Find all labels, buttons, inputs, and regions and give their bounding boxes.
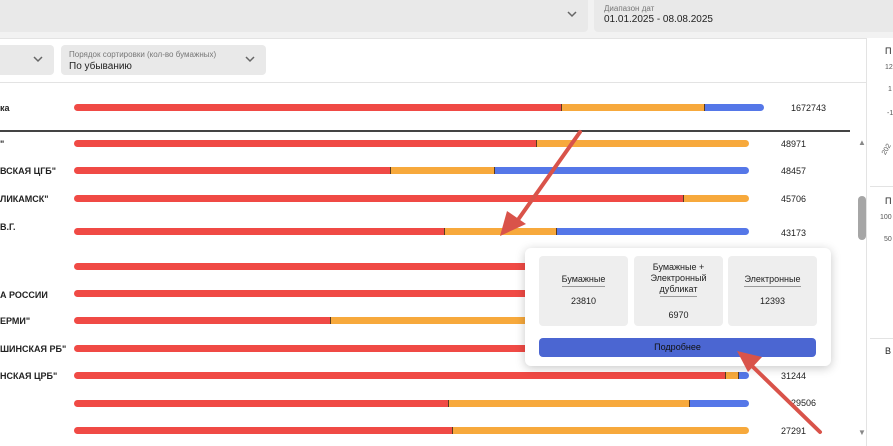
divider [870, 338, 893, 339]
paper-electronic-segment[interactable] [726, 372, 739, 379]
stacked-bar[interactable] [74, 400, 749, 407]
row-total: 43173 [781, 228, 807, 238]
date-range-label: Диапазон дат [604, 4, 655, 13]
details-button[interactable]: Подробнее [539, 338, 816, 357]
paper-value: 23810 [570, 296, 597, 306]
panel-divider [866, 38, 867, 446]
stacked-bar[interactable] [74, 372, 749, 379]
scroll-down-icon[interactable]: ▼ [858, 428, 866, 437]
paper-electronic-segment[interactable] [449, 400, 690, 407]
paper-card: Бумажные 23810 [539, 256, 628, 326]
stacked-bar[interactable] [74, 228, 749, 235]
stacked-bar[interactable] [74, 140, 749, 147]
row-label: ЛИКАМСК" [0, 194, 49, 204]
paper-electronic-value: 6970 [668, 310, 689, 320]
side-fragment: В [885, 346, 892, 356]
paper-electronic-label: Бумажные + Электронный дубликат [638, 262, 719, 297]
side-fragment: 100 [880, 214, 892, 221]
electronic-card: Электронные 12393 [728, 256, 817, 326]
divider [870, 186, 893, 187]
side-fragment: 50 [884, 236, 892, 243]
row-total: 1672743 [791, 103, 827, 113]
row-label: ЕРМИ" [0, 316, 31, 326]
chevron-down-icon [33, 56, 43, 63]
scroll-up-icon[interactable]: ▲ [858, 138, 866, 147]
sort-order-value: По убыванию [69, 61, 132, 72]
row-total: 45706 [781, 194, 807, 204]
electronic-label: Электронные [732, 274, 813, 287]
row-total: 27291 [781, 426, 807, 436]
row-label: " [0, 139, 5, 149]
paper-segment[interactable] [74, 400, 450, 407]
side-fragment: 202 [880, 142, 893, 157]
sort-order-dropdown[interactable]: Порядок сортировки (кол-во бумажных) По … [61, 45, 266, 75]
stacked-bar[interactable] [74, 427, 749, 434]
secondary-filter-dropdown[interactable] [0, 45, 54, 75]
paper-electronic-segment[interactable] [390, 167, 496, 174]
side-widget-middle: П 100 50 [872, 188, 893, 338]
paper-segment[interactable] [74, 372, 727, 379]
electronic-value: 12393 [759, 296, 786, 306]
row-total: 48971 [781, 139, 807, 149]
side-widget-top: П 12 1 -1 202 [872, 40, 893, 180]
row-label: ВСКАЯ ЦГБ" [0, 166, 57, 176]
electronic-segment[interactable] [557, 228, 749, 235]
chevron-down-icon [245, 56, 255, 63]
row-total: 31244 [781, 371, 807, 381]
side-fragment: П [885, 196, 892, 206]
row-label: ШИНСКАЯ РБ" [0, 344, 67, 354]
chevron-down-icon [567, 11, 577, 18]
side-fragment: 12 [885, 64, 893, 71]
top-filter-dropdown[interactable] [0, 0, 588, 32]
side-fragment: -1 [887, 110, 893, 117]
bar-tooltip: Бумажные 23810 Бумажные + Электронный ду… [525, 248, 831, 366]
divider [0, 38, 866, 39]
row-label: А РОССИИ [0, 290, 48, 300]
electronic-segment[interactable] [704, 104, 764, 111]
side-fragment: 1 [888, 86, 892, 93]
paper-segment[interactable] [74, 427, 454, 434]
paper-electronic-segment[interactable] [537, 140, 749, 147]
paper-segment[interactable] [74, 140, 538, 147]
paper-electronic-segment[interactable] [453, 427, 749, 434]
top-filter-bar: Диапазон дат 01.01.2025 - 08.08.2025 [0, 0, 893, 38]
electronic-segment[interactable] [495, 167, 749, 174]
paper-segment[interactable] [74, 104, 562, 111]
paper-electronic-card: Бумажные + Электронный дубликат 6970 [634, 256, 723, 326]
row-label: НСКАЯ ЦРБ" [0, 371, 58, 381]
date-range-field[interactable]: Диапазон дат 01.01.2025 - 08.08.2025 [594, 0, 893, 32]
electronic-segment[interactable] [738, 372, 749, 379]
paper-segment[interactable] [74, 228, 445, 235]
side-fragment: П [885, 46, 892, 56]
date-range-value: 01.01.2025 - 08.08.2025 [604, 14, 713, 25]
divider [0, 82, 866, 83]
paper-electronic-segment[interactable] [444, 228, 558, 235]
divider [0, 130, 850, 132]
paper-label: Бумажные [543, 274, 624, 287]
paper-electronic-segment[interactable] [683, 195, 749, 202]
row-total: 29506 [791, 398, 817, 408]
paper-segment[interactable] [74, 167, 391, 174]
electronic-segment[interactable] [689, 400, 749, 407]
row-total: 48457 [781, 166, 807, 176]
stacked-bar[interactable] [74, 104, 764, 111]
row-label: В.Г. [0, 222, 16, 232]
stacked-bar[interactable] [74, 195, 749, 202]
sort-order-label: Порядок сортировки (кол-во бумажных) [69, 50, 217, 59]
stacked-bar[interactable] [74, 167, 749, 174]
paper-segment[interactable] [74, 195, 684, 202]
scrollbar-thumb[interactable] [858, 196, 866, 240]
row-label: ка [0, 103, 10, 113]
paper-electronic-segment[interactable] [561, 104, 705, 111]
arrow-to-bar [500, 130, 582, 236]
paper-segment[interactable] [74, 317, 331, 324]
